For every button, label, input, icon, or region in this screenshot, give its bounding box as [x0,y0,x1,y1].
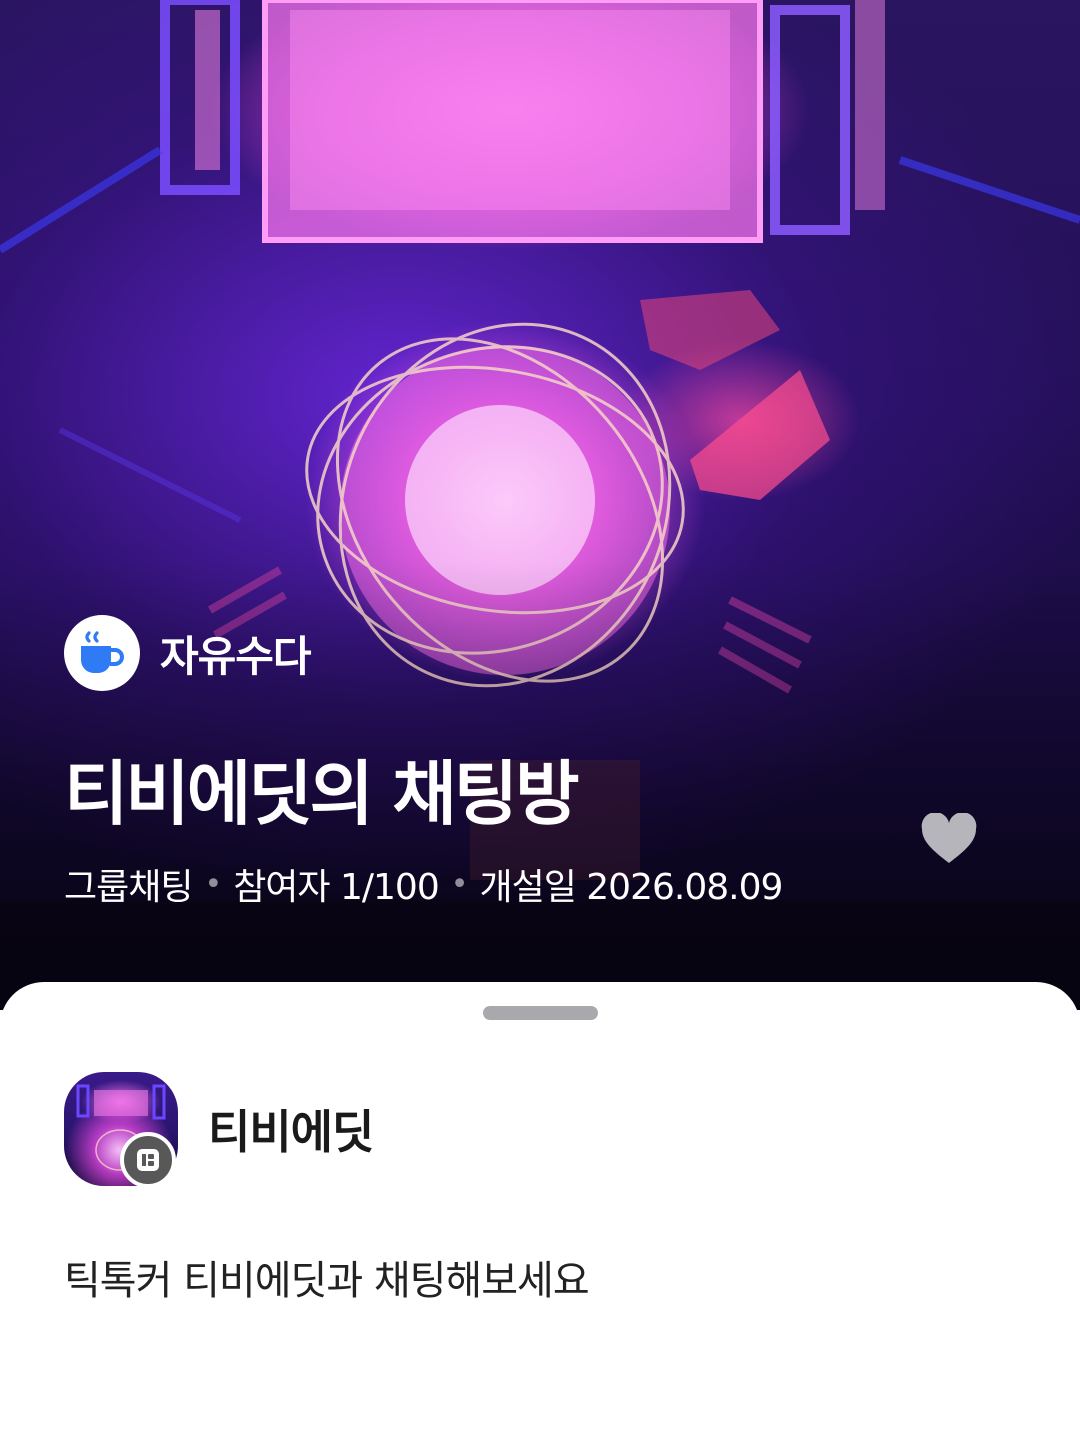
heart-icon [921,813,977,863]
chatroom-cover-image: 자유수다 티비에딧의 채팅방 그룹채팅 • 참여자 1/100 • 개설일 20… [0,0,1080,1010]
host-badge-icon [120,1132,176,1188]
chatroom-description: 틱톡커 티비에딧과 채팅해보세요 [64,1258,590,1304]
category-label: 자유수다 [160,631,312,681]
owner-profile[interactable]: 티비에딧 [64,1072,374,1186]
participant-count: 참여자 1/100 [233,867,440,908]
owner-name: 티비에딧 [208,1105,374,1159]
coffee-cup-icon [64,615,140,691]
separator-dot: • [204,866,222,902]
sheet-drag-handle[interactable] [483,1006,598,1020]
chatroom-info-sheet: 티비에딧 틱톡커 티비에딧과 채팅해보세요 [0,982,1080,1440]
separator-dot: • [450,866,469,902]
chatroom-category: 자유수다 [64,614,312,692]
chatroom-title: 티비에딧의 채팅방 [64,753,580,835]
chatroom-meta: 그룹채팅 • 참여자 1/100 • 개설일 2026.08.09 [64,858,783,910]
created-date: 개설일 2026.08.09 [479,867,783,908]
chat-type: 그룹채팅 [64,867,193,908]
like-button[interactable] [916,806,982,872]
